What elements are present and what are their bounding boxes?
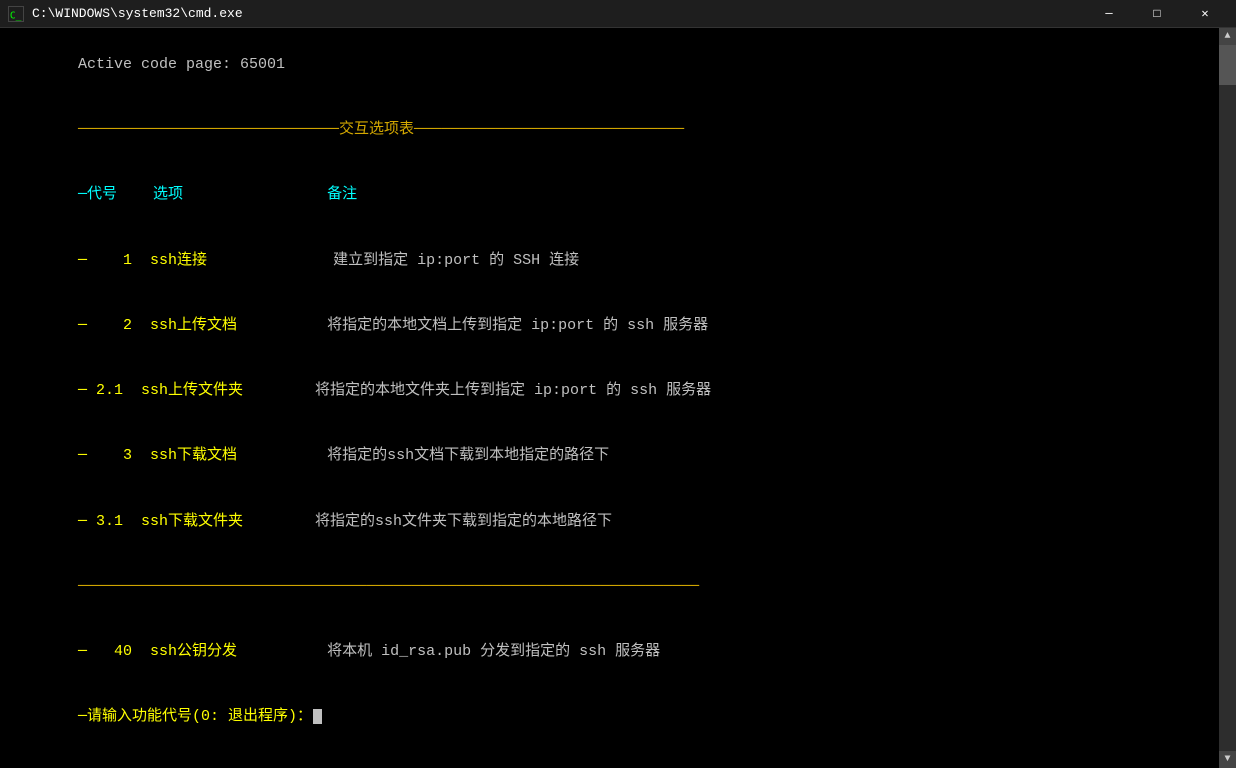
scroll-up-button[interactable]: ▲ — [1219, 28, 1236, 45]
scrollbar-thumb[interactable] — [1219, 45, 1236, 85]
cursor — [313, 709, 322, 724]
row-2: ─ 2 ssh上传文档 将指定的本地文档上传到指定 ip:port 的 ssh … — [6, 293, 1213, 358]
minimize-button[interactable]: ─ — [1086, 0, 1132, 28]
row-3: ─ 3 ssh下载文档 将指定的ssh文档下载到本地指定的路径下 — [6, 424, 1213, 489]
codepage-line: Active code page: 65001 — [6, 32, 1213, 97]
row-1: ─ 1 ssh连接 建立到指定 ip:port 的 SSH 连接 — [6, 228, 1213, 293]
scrollbar-track — [1219, 45, 1236, 751]
titlebar-controls: ─ □ ✕ — [1086, 0, 1228, 28]
row-40: ─ 40 ssh公钥分发 将本机 id_rsa.pub 分发到指定的 ssh 服… — [6, 619, 1213, 684]
header-line: ─代号 选项 备注 — [6, 163, 1213, 228]
cmd-icon: C_ — [8, 6, 24, 22]
maximize-button[interactable]: □ — [1134, 0, 1180, 28]
titlebar-title: C:\WINDOWS\system32\cmd.exe — [32, 6, 243, 21]
svg-text:C_: C_ — [10, 10, 22, 21]
window: C_ C:\WINDOWS\system32\cmd.exe ─ □ ✕ Act… — [0, 0, 1236, 768]
close-button[interactable]: ✕ — [1182, 0, 1228, 28]
terminal-content[interactable]: Active code page: 65001 ────────────────… — [0, 28, 1219, 768]
prompt-line: ─请输入功能代号(0: 退出程序)： — [6, 685, 1213, 750]
row-3-1: ─ 3.1 ssh下载文件夹 将指定的ssh文件夹下载到指定的本地路径下 — [6, 489, 1213, 554]
scrollbar: ▲ ▼ — [1219, 28, 1236, 768]
titlebar: C_ C:\WINDOWS\system32\cmd.exe ─ □ ✕ — [0, 0, 1236, 28]
divider-top-line: ─────────────────────────────交互选项表──────… — [6, 97, 1213, 162]
divider-mid-line: ────────────────────────────────────────… — [6, 554, 1213, 619]
titlebar-left: C_ C:\WINDOWS\system32\cmd.exe — [8, 6, 243, 22]
row-2-1: ─ 2.1 ssh上传文件夹 将指定的本地文件夹上传到指定 ip:port 的 … — [6, 358, 1213, 423]
main-area: Active code page: 65001 ────────────────… — [0, 28, 1236, 768]
scroll-down-button[interactable]: ▼ — [1219, 751, 1236, 768]
